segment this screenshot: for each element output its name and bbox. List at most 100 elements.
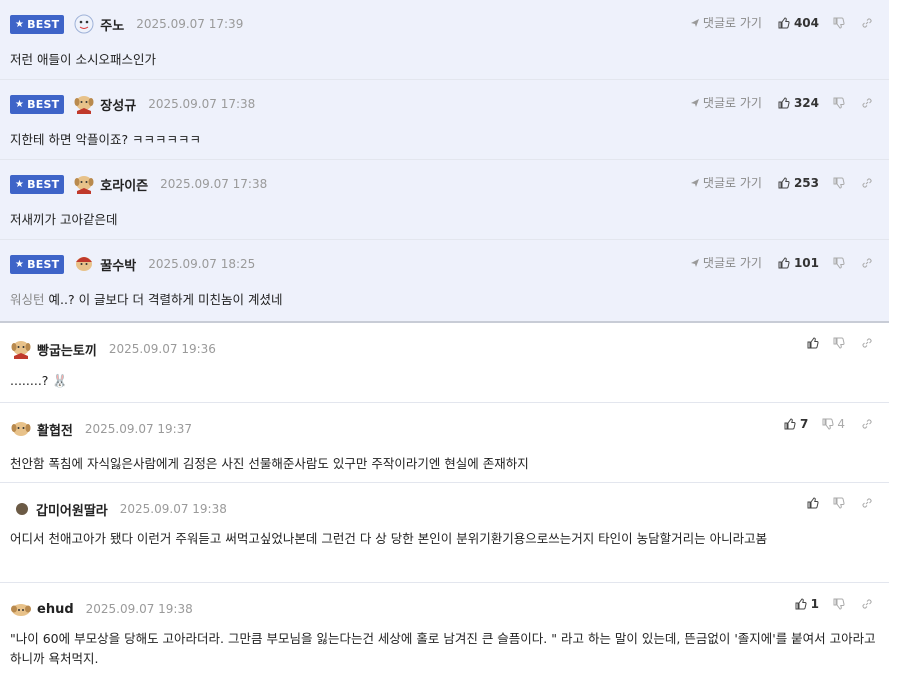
comment-date: 2025.09.07 19:37 (84, 422, 192, 436)
comment-text: 천안함 폭침에 자식잃은사람에게 김정은 사진 선물해준사람도 있구만 주작이라… (10, 456, 529, 471)
comment-date: 2025.09.07 18:25 (148, 257, 256, 271)
downvote-button[interactable] (833, 257, 845, 269)
comment-text: 저새끼가 고아같은데 (10, 212, 118, 227)
author-name[interactable]: 빵굽는토끼 (37, 340, 97, 359)
avatar (74, 14, 94, 34)
best-badge: ★ BEST (10, 254, 65, 274)
link-icon (862, 419, 872, 429)
downvote-button[interactable] (833, 598, 845, 610)
share-link-button[interactable] (861, 97, 873, 109)
avatar (11, 604, 31, 616)
comment-actions: 1 (791, 597, 873, 611)
author-name[interactable]: 꿀수박 (100, 255, 136, 274)
upvote-button[interactable]: 1 (795, 597, 819, 611)
thumbs-up-icon (778, 176, 790, 188)
comment-actions: 댓글로 가기 253 (690, 174, 873, 191)
avatar (11, 422, 31, 436)
author-name[interactable]: 호라이즌 (100, 175, 148, 194)
thumbs-up-icon (795, 598, 807, 610)
thumbs-down-icon (833, 337, 845, 349)
share-link-button[interactable] (861, 177, 873, 189)
downvote-button[interactable] (833, 497, 845, 509)
avatar (74, 176, 94, 194)
avatar (74, 96, 94, 114)
upvote-button[interactable]: 101 (778, 256, 819, 270)
author-name[interactable]: 장성규 (100, 95, 136, 114)
share-link-button[interactable] (861, 17, 873, 29)
thumbs-down-icon (833, 497, 845, 509)
star-icon: ★ (15, 258, 25, 270)
goto-comment-link[interactable]: 댓글로 가기 (690, 14, 762, 31)
goto-comment-link[interactable]: 댓글로 가기 (690, 94, 762, 111)
upvote-count: 7 (800, 417, 809, 431)
downvote-button[interactable] (833, 17, 845, 29)
thumbs-down-icon (833, 257, 845, 269)
author-name[interactable]: 활협전 (37, 420, 73, 439)
upvote-button[interactable]: 324 (778, 96, 819, 110)
comment-actions: 7 4 (780, 417, 873, 431)
comment-date: 2025.09.07 17:39 (136, 17, 244, 31)
upvote-count: 324 (793, 95, 819, 110)
comment-item: ★ BEST 꿀수박 2025.09.07 18:25 댓글로 가기 101 워싱… (0, 240, 889, 323)
star-icon: ★ (15, 98, 25, 110)
comment-actions: 댓글로 가기 101 (690, 254, 873, 271)
comment-actions: 댓글로 가기 324 (690, 94, 873, 111)
upvote-count: 1 (810, 597, 819, 611)
downvote-button[interactable]: 4 (822, 417, 845, 431)
upvote-button[interactable]: 404 (778, 16, 819, 30)
comment-item: ★ BEST 호라이즌 2025.09.07 17:38 댓글로 가기 253 저… (0, 160, 889, 240)
share-link-button[interactable] (861, 497, 873, 509)
avatar (16, 503, 28, 515)
upvote-button[interactable] (807, 497, 819, 509)
comment-date: 2025.09.07 17:38 (160, 177, 268, 191)
best-badge: ★ BEST (10, 174, 65, 194)
comment-text: "나이 60에 부모상을 당해도 고아라더라. 그만큼 부모님을 잃는다는건 세… (10, 631, 876, 666)
reply-target[interactable]: 워싱턴 (10, 292, 45, 307)
upvote-button[interactable] (807, 337, 819, 349)
thumbs-up-icon (807, 497, 819, 509)
star-icon: ★ (15, 178, 25, 190)
link-icon (862, 498, 872, 508)
comment-item: ★ BEST 주노 2025.09.07 17:39 댓글로 가기 404 저런 … (0, 0, 889, 80)
share-link-button[interactable] (861, 598, 873, 610)
thumbs-down-icon (833, 177, 845, 189)
best-badge: ★ BEST (10, 94, 65, 114)
link-icon (862, 97, 872, 108)
upvote-count: 404 (793, 15, 819, 30)
thumbs-up-icon (807, 337, 819, 349)
upvote-button[interactable]: 253 (778, 176, 819, 190)
send-icon (690, 258, 699, 267)
best-badge: ★ BEST (10, 14, 65, 34)
link-icon (862, 17, 872, 28)
link-icon (862, 177, 872, 188)
send-icon (690, 18, 699, 27)
share-link-button[interactable] (861, 337, 873, 349)
comment-text: 지한테 하면 악플이죠? ㅋㅋㅋㅋㅋㅋ (10, 132, 202, 147)
thumbs-down-icon (833, 17, 845, 29)
avatar (11, 341, 31, 359)
author-name[interactable]: ehud (37, 602, 74, 617)
comment-text: 저런 애들이 소시오패스인가 (10, 52, 156, 67)
thumbs-down-icon (822, 418, 834, 430)
link-icon (862, 338, 872, 348)
comment-date: 2025.09.07 19:38 (85, 602, 193, 616)
author-name[interactable]: 주노 (100, 15, 124, 34)
goto-comment-link[interactable]: 댓글로 가기 (690, 254, 762, 271)
star-icon: ★ (15, 18, 25, 30)
share-link-button[interactable] (861, 257, 873, 269)
upvote-button[interactable]: 7 (784, 417, 808, 431)
author-name[interactable]: 갑미어원딸라 (36, 500, 108, 519)
goto-comment-link[interactable]: 댓글로 가기 (690, 174, 762, 191)
thumbs-up-icon (778, 16, 790, 28)
thumbs-up-icon (778, 256, 790, 268)
comment-list: ★ BEST 주노 2025.09.07 17:39 댓글로 가기 404 저런 … (0, 0, 889, 683)
downvote-button[interactable] (833, 337, 845, 349)
downvote-button[interactable] (833, 97, 845, 109)
comment-date: 2025.09.07 17:38 (148, 97, 256, 111)
comment-item: ★ BEST 장성규 2025.09.07 17:38 댓글로 가기 324 지한… (0, 80, 889, 160)
comment-date: 2025.09.07 19:38 (119, 502, 227, 516)
comment-actions (803, 337, 873, 349)
send-icon (690, 178, 699, 187)
share-link-button[interactable] (861, 418, 873, 430)
downvote-button[interactable] (833, 177, 845, 189)
